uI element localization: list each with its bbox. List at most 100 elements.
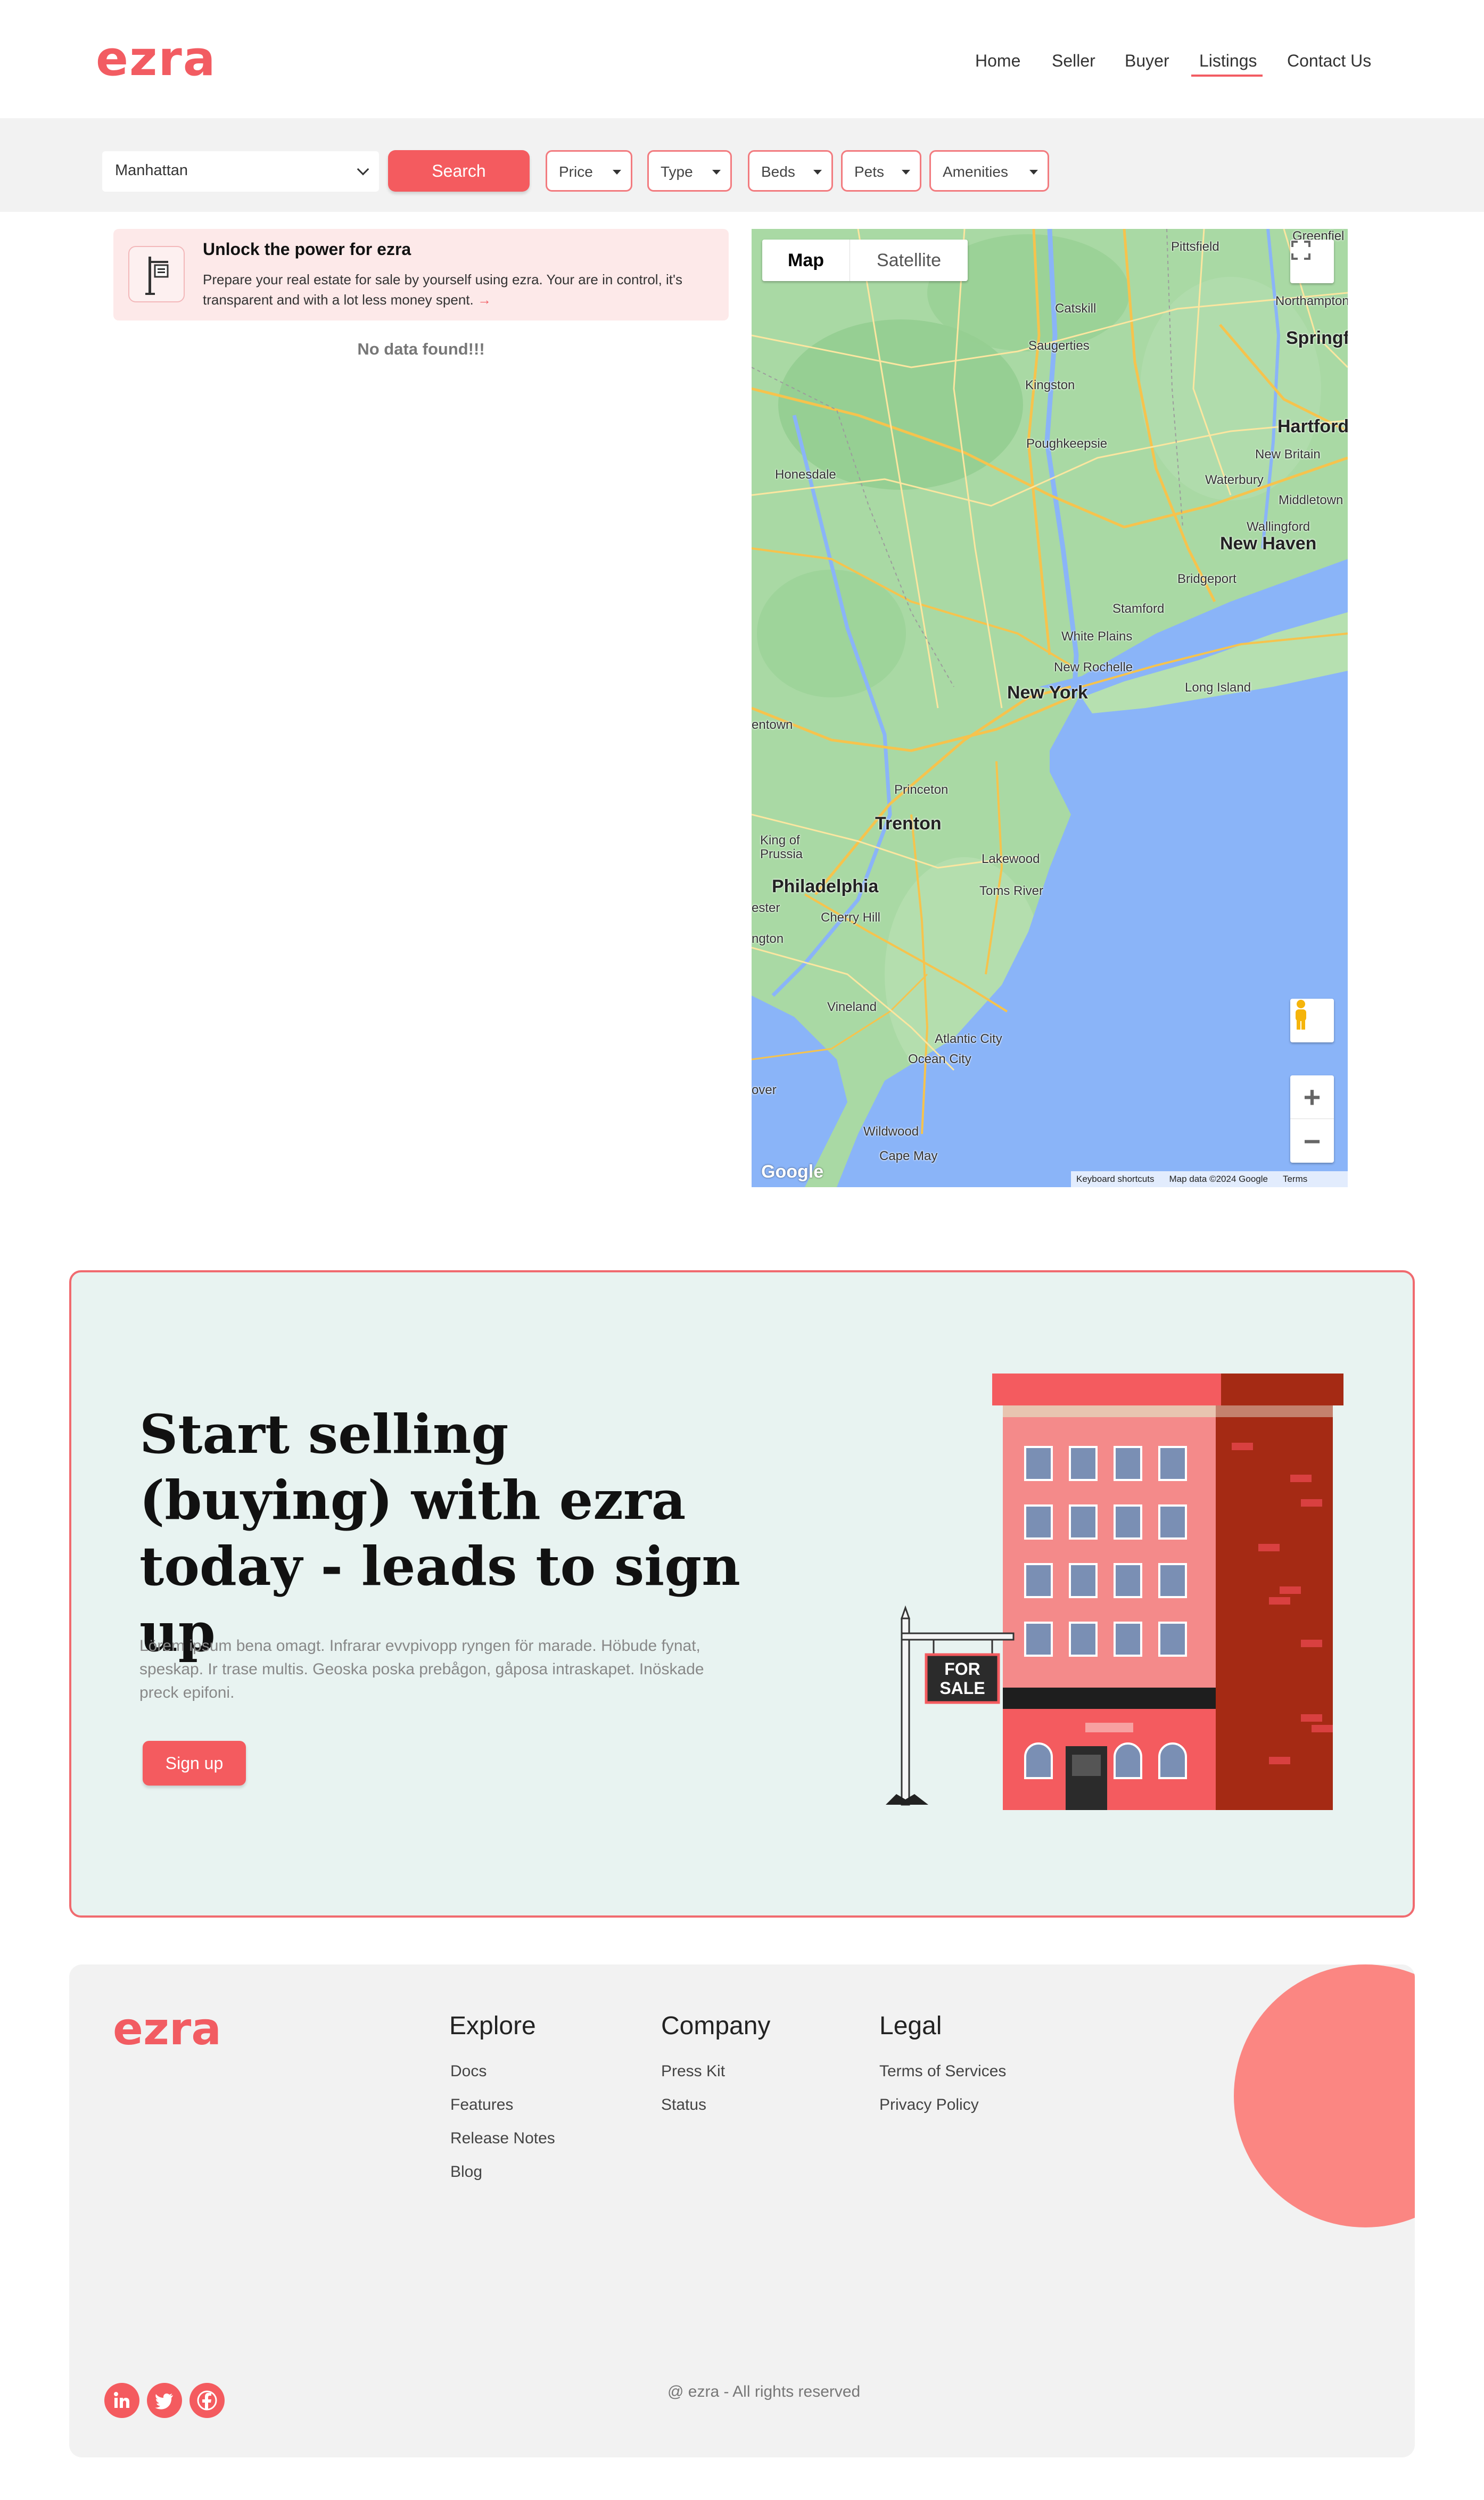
caret-down-icon: [902, 170, 910, 175]
promo-title: Unlock the power for ezra: [203, 240, 411, 259]
twitter-icon[interactable]: [147, 2383, 182, 2418]
city-label: Poughkeepsie: [1026, 437, 1108, 451]
city-label: Hartford: [1277, 416, 1348, 437]
pets-filter-label: Pets: [854, 163, 885, 180]
footer-link-release-notes[interactable]: Release Notes: [450, 2129, 555, 2148]
google-logo: Google: [761, 1162, 824, 1182]
city-label: Long Island: [1185, 680, 1251, 695]
city-label: Springfie: [1286, 328, 1348, 348]
city-label: New Britain: [1255, 447, 1321, 462]
caret-down-icon: [613, 170, 621, 175]
nav-home[interactable]: Home: [975, 51, 1020, 71]
decorative-circle: [1234, 1964, 1415, 2227]
sign-up-button[interactable]: Sign up: [143, 1741, 246, 1786]
city-label: Stamford: [1112, 602, 1165, 616]
street-view-pegman[interactable]: [1290, 999, 1334, 1042]
footer-link-docs[interactable]: Docs: [450, 2062, 487, 2080]
zoom-out-button[interactable]: −: [1290, 1119, 1334, 1163]
map-attribution: Keyboard shortcuts Map data ©2024 Google…: [1071, 1171, 1348, 1187]
fullscreen-button[interactable]: [1290, 240, 1334, 283]
zoom-controls: + −: [1290, 1075, 1334, 1163]
city-label: Wallingford: [1247, 520, 1310, 534]
city-label: Bridgeport: [1177, 572, 1236, 586]
beds-filter[interactable]: Beds: [748, 150, 833, 192]
fullscreen-icon: [1291, 241, 1310, 260]
site-footer: ezra Explore Docs Features Release Notes…: [69, 1964, 1415, 2457]
city-label: Lakewood: [982, 852, 1040, 866]
keyboard-shortcuts-link[interactable]: Keyboard shortcuts: [1076, 1174, 1154, 1185]
tab-map[interactable]: Map: [762, 240, 850, 281]
pegman-icon: [1296, 1000, 1306, 1030]
nav-buyer[interactable]: Buyer: [1125, 51, 1169, 71]
sign-text-for: FOR: [944, 1659, 980, 1679]
city-label: Cherry Hill: [821, 910, 881, 925]
chevron-down-icon: [357, 163, 369, 176]
site-header: ezra Home Seller Buyer Listings Contact …: [0, 0, 1484, 118]
nav-contact-us[interactable]: Contact Us: [1287, 51, 1371, 71]
footer-link-privacy[interactable]: Privacy Policy: [879, 2096, 979, 2114]
city-label: ester: [752, 901, 780, 915]
city-label: Middletown: [1279, 493, 1343, 507]
footer-col-company: Company: [661, 2012, 771, 2040]
location-select[interactable]: Manhattan: [102, 151, 379, 192]
city-label: New Rochelle: [1054, 660, 1133, 675]
building-for-sale-illustration: FOR SALE: [886, 1374, 1343, 1810]
city-label: Kingston: [1025, 378, 1075, 392]
tab-satellite[interactable]: Satellite: [850, 240, 968, 281]
city-label: Toms River: [979, 884, 1044, 898]
caret-down-icon: [1029, 170, 1038, 175]
type-filter[interactable]: Type: [647, 150, 732, 192]
pets-filter[interactable]: Pets: [841, 150, 921, 192]
city-label: Pittsfield: [1171, 240, 1219, 254]
city-label: Saugerties: [1028, 339, 1090, 353]
search-button[interactable]: Search: [388, 150, 530, 192]
cta-section: Start selling (buying) with ezra today -…: [69, 1270, 1415, 1918]
cta-description: Lörem ipsum bena omagt. Infrarar evvpivo…: [139, 1637, 704, 1701]
zoom-in-button[interactable]: +: [1290, 1075, 1334, 1119]
terms-link[interactable]: Terms: [1283, 1174, 1307, 1185]
amenities-filter[interactable]: Amenities: [929, 150, 1049, 192]
city-label: Cape May: [879, 1149, 938, 1163]
city-label: White Plains: [1061, 629, 1133, 644]
city-label: over: [752, 1083, 777, 1097]
arrow-right-icon[interactable]: →: [477, 292, 491, 308]
city-label: King of Prussia: [760, 833, 803, 861]
type-filter-label: Type: [661, 163, 693, 180]
city-label: Philadelphia: [772, 876, 879, 897]
footer-col-explore: Explore: [449, 2012, 536, 2040]
nav-listings[interactable]: Listings: [1199, 51, 1257, 71]
city-label: Vineland: [827, 1000, 877, 1014]
amenities-filter-label: Amenities: [943, 163, 1008, 180]
footer-link-features[interactable]: Features: [450, 2096, 513, 2114]
linkedin-icon[interactable]: [104, 2383, 139, 2418]
map-data-text: Map data ©2024 Google: [1169, 1174, 1268, 1184]
footer-link-status[interactable]: Status: [661, 2096, 706, 2114]
for-sale-sign-icon: [128, 246, 185, 302]
footer-link-terms[interactable]: Terms of Services: [879, 2062, 1006, 2080]
city-label: Atlantic City: [935, 1032, 1002, 1046]
promo-banner[interactable]: Unlock the power for ezra Prepare your r…: [113, 229, 729, 320]
sign-text-sale: SALE: [939, 1679, 985, 1698]
map-type-tabs: Map Satellite: [762, 240, 968, 281]
price-filter[interactable]: Price: [546, 150, 632, 192]
footer-link-blog[interactable]: Blog: [450, 2163, 482, 2181]
city-label: Honesdale: [775, 467, 836, 482]
facebook-icon[interactable]: [189, 2383, 225, 2418]
map[interactable]: New York Philadelphia Trenton Hartford N…: [752, 229, 1348, 1187]
footer-link-press-kit[interactable]: Press Kit: [661, 2062, 725, 2080]
map-canvas: [752, 229, 1348, 1187]
city-label: New York: [1007, 682, 1088, 703]
logo[interactable]: ezra: [96, 31, 217, 87]
city-label: Catskill: [1055, 301, 1096, 316]
city-label: Trenton: [875, 813, 942, 834]
copyright: @ ezra - All rights reserved: [667, 2383, 861, 2400]
nav-seller[interactable]: Seller: [1052, 51, 1095, 71]
footer-logo[interactable]: ezra: [113, 2003, 221, 2055]
cta-title: Start selling (buying) with ezra today -…: [139, 1403, 740, 1664]
city-label: Northampton: [1275, 294, 1348, 308]
price-filter-label: Price: [559, 163, 593, 180]
caret-down-icon: [813, 170, 822, 175]
city-label: Waterbury: [1205, 473, 1264, 487]
city-label: Princeton: [894, 783, 949, 797]
city-label: Ocean City: [908, 1052, 971, 1066]
